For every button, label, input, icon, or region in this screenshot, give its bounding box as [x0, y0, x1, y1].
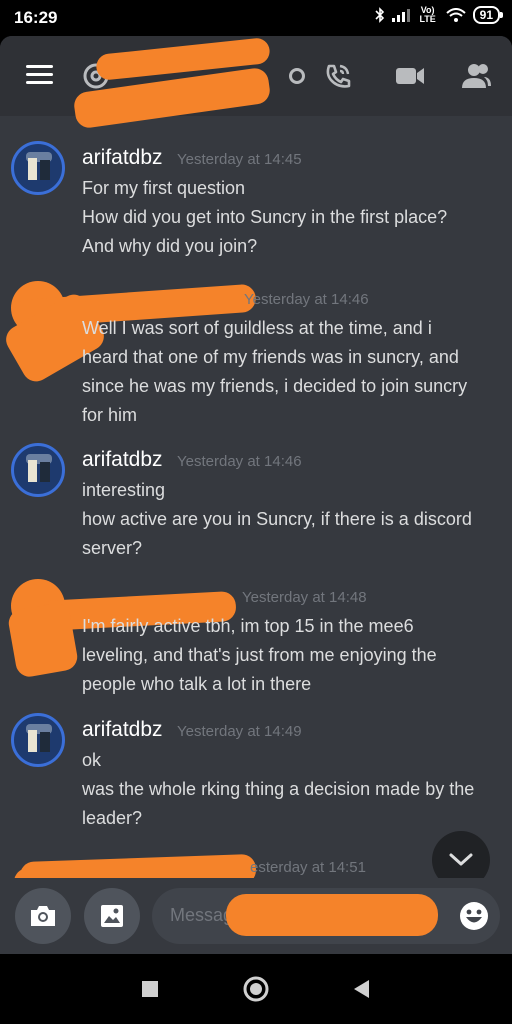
- channel-header: ██████████.: [0, 36, 512, 130]
- chevron-down-icon: [449, 853, 473, 866]
- username[interactable]: arifatdbz: [82, 448, 163, 472]
- timestamp: Yesterday at 14:46: [244, 291, 369, 308]
- message-content: I'm fairly active tbh, im top 15 in the …: [82, 612, 496, 699]
- timestamp: Yesterday at 14:49: [177, 723, 302, 740]
- home-button[interactable]: [241, 974, 271, 1004]
- message-line: leader?: [82, 808, 143, 828]
- message-line: How did you get into Suncry in the first…: [82, 207, 448, 227]
- message-line: Well I was sort of guildless at the time…: [82, 318, 432, 338]
- message-line: And why did you join?: [82, 236, 258, 256]
- message-list[interactable]: arifatdbz Yesterday at 14:45 For my firs…: [0, 116, 512, 896]
- members-icon[interactable]: [458, 58, 494, 94]
- image-icon: [101, 905, 123, 927]
- message-line: for him: [82, 405, 138, 425]
- discord-app: ██████████. arifatdbz Yesterday at 14:45…: [0, 36, 512, 954]
- message-composer: Messag: [0, 878, 512, 954]
- message-line: heard that one of my friends was in sunc…: [82, 347, 459, 367]
- video-icon[interactable]: [392, 58, 428, 94]
- message-line: I'm fairly active tbh, im top 15 in the …: [82, 616, 414, 636]
- timestamp: Yesterday at 14:45: [177, 151, 302, 168]
- message-input[interactable]: Messag: [152, 888, 500, 944]
- back-button[interactable]: [347, 974, 377, 1004]
- status-time: 16:29: [14, 8, 58, 27]
- username[interactable]: arifatdbz: [82, 718, 163, 742]
- message-line: interesting: [82, 480, 166, 500]
- username[interactable]: arifatdbz: [82, 146, 163, 170]
- call-icon[interactable]: [320, 58, 356, 94]
- message-line: since he was my friends, i decided to jo…: [82, 376, 468, 396]
- image-button[interactable]: [84, 888, 140, 944]
- wifi-icon: [445, 7, 466, 22]
- status-icons: Vo) LTE 91: [375, 5, 504, 24]
- camera-icon: [31, 906, 55, 926]
- avatar[interactable]: [11, 713, 65, 767]
- timestamp: Yesterday at 14:48: [242, 589, 367, 606]
- emoji-icon[interactable]: [458, 900, 490, 932]
- message-line: how active are you in Suncry, if there i…: [82, 509, 472, 529]
- message-content: For my first question How did you get in…: [82, 174, 496, 261]
- message-line: leveling, and that's just from me enjoyi…: [82, 645, 437, 665]
- message-line: For my first question: [82, 178, 246, 198]
- message-content: Well I was sort of guildless at the time…: [82, 314, 496, 430]
- battery-indicator: 91: [472, 6, 504, 24]
- status-bar: 16:29 Vo) LTE 91: [0, 0, 512, 36]
- network-type: Vo) LTE: [419, 5, 436, 24]
- square-icon: [142, 981, 158, 997]
- message-line: was the whole rking thing a decision mad…: [82, 779, 475, 799]
- avatar[interactable]: [11, 443, 65, 497]
- android-nav-bar: [0, 954, 512, 1024]
- camera-button[interactable]: [15, 888, 71, 944]
- bluetooth-icon: [375, 7, 384, 23]
- circle-icon: [243, 976, 269, 1002]
- message-placeholder: Messag: [170, 905, 234, 925]
- timestamp: Yesterday at 14:46: [177, 453, 302, 470]
- avatar[interactable]: [11, 141, 65, 195]
- menu-icon[interactable]: [26, 65, 53, 85]
- recents-button[interactable]: [135, 974, 165, 1004]
- message-content: interesting how active are you in Suncry…: [82, 476, 496, 563]
- message-line: ok: [82, 750, 102, 770]
- signal-icon: [391, 9, 410, 22]
- redaction-mark: [226, 894, 438, 936]
- redaction-mark: [6, 601, 80, 679]
- message-line: server?: [82, 538, 143, 558]
- status-dot: [289, 68, 305, 84]
- timestamp: esterday at 14:51: [250, 859, 366, 876]
- message-content: ok was the whole rking thing a decision …: [82, 746, 496, 833]
- message-line: people who talk a lot in there: [82, 674, 312, 694]
- triangle-back-icon: [354, 980, 369, 998]
